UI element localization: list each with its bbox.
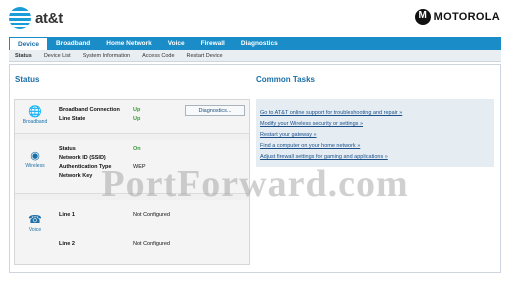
tab-voice[interactable]: Voice [160,37,193,50]
network-key-label: Network Key [59,173,93,179]
header: at&t MOTOROLA [0,0,510,36]
broadband-section: 🌐 Broadband Broadband Connection Up Line… [15,100,249,134]
diagnostics-button[interactable]: Diagnostics... [185,105,245,116]
router-admin-page: at&t MOTOROLA Device Broadband Home Netw… [0,0,510,294]
auth-type-label: Authentication Type [59,164,112,170]
content-area: Status Common Tasks 🌐 Broadband Broadban… [9,64,501,273]
task-restart-gateway-link[interactable]: Restart your gateway » [260,132,317,138]
tab-diagnostics[interactable]: Diagnostics [233,37,286,50]
line1-value: Not Configured [133,212,170,218]
common-tasks-panel: Go to AT&T online support for troublesho… [256,99,494,167]
att-logo: at&t [9,7,63,29]
subtab-access-code[interactable]: Access Code [136,53,180,59]
motorola-logo: MOTOROLA [414,9,500,25]
broadband-connection-label: Broadband Connection [59,107,120,113]
sub-nav: Status Device List System Information Ac… [9,50,501,62]
subtab-system-information[interactable]: System Information [77,53,136,59]
line-state-label: Line State [59,116,86,122]
tab-firewall[interactable]: Firewall [193,37,233,50]
voice-caption: Voice [28,227,42,233]
subtab-status[interactable]: Status [9,53,38,59]
subtab-restart-device[interactable]: Restart Device [181,53,229,59]
wireless-section: ◉ Wireless Status On Network ID (SSID) A… [15,140,249,194]
broadband-connection-value: Up [133,107,141,113]
subtab-device-list[interactable]: Device List [38,53,77,59]
line1-label: Line 1 [59,212,75,218]
tab-device[interactable]: Device [9,37,48,51]
line2-label: Line 2 [59,241,75,247]
globe-icon: 🌐 [28,106,42,118]
task-att-support-link[interactable]: Go to AT&T online support for troublesho… [260,110,402,116]
voice-icon-group: ☎ Voice [19,214,51,233]
voice-section: ☎ Voice Line 1 Not Configured Line 2 Not… [15,200,249,264]
wifi-icon: ◉ [30,150,40,162]
main-nav: Device Broadband Home Network Voice Fire… [9,37,501,51]
motorola-batwing-icon [414,9,431,25]
task-find-computer-link[interactable]: Find a computer on your home network » [260,143,360,149]
partner-name: MOTOROLA [433,11,500,23]
task-firewall-settings-link[interactable]: Adjust firewall settings for gaming and … [260,154,388,160]
wireless-status-label: Status [59,146,76,152]
tab-home-network[interactable]: Home Network [98,37,160,50]
broadband-icon-group: 🌐 Broadband [19,106,51,125]
wireless-icon-group: ◉ Wireless [19,150,51,169]
line2-value: Not Configured [133,241,170,247]
brand-name: at&t [35,9,63,27]
wireless-status-value: On [133,146,141,152]
att-globe-icon [9,7,31,29]
wireless-caption: Wireless [25,163,45,169]
ssid-label: Network ID (SSID) [59,155,106,161]
status-heading: Status [15,75,40,84]
task-wireless-settings-link[interactable]: Modify your Wireless security or setting… [260,121,363,127]
auth-type-value: WEP [133,164,146,170]
phone-icon: ☎ [28,214,42,226]
line-state-value: Up [133,116,141,122]
tab-broadband[interactable]: Broadband [48,37,98,50]
status-panel: 🌐 Broadband Broadband Connection Up Line… [14,99,250,265]
broadband-caption: Broadband [22,119,48,125]
common-tasks-heading: Common Tasks [256,75,315,84]
